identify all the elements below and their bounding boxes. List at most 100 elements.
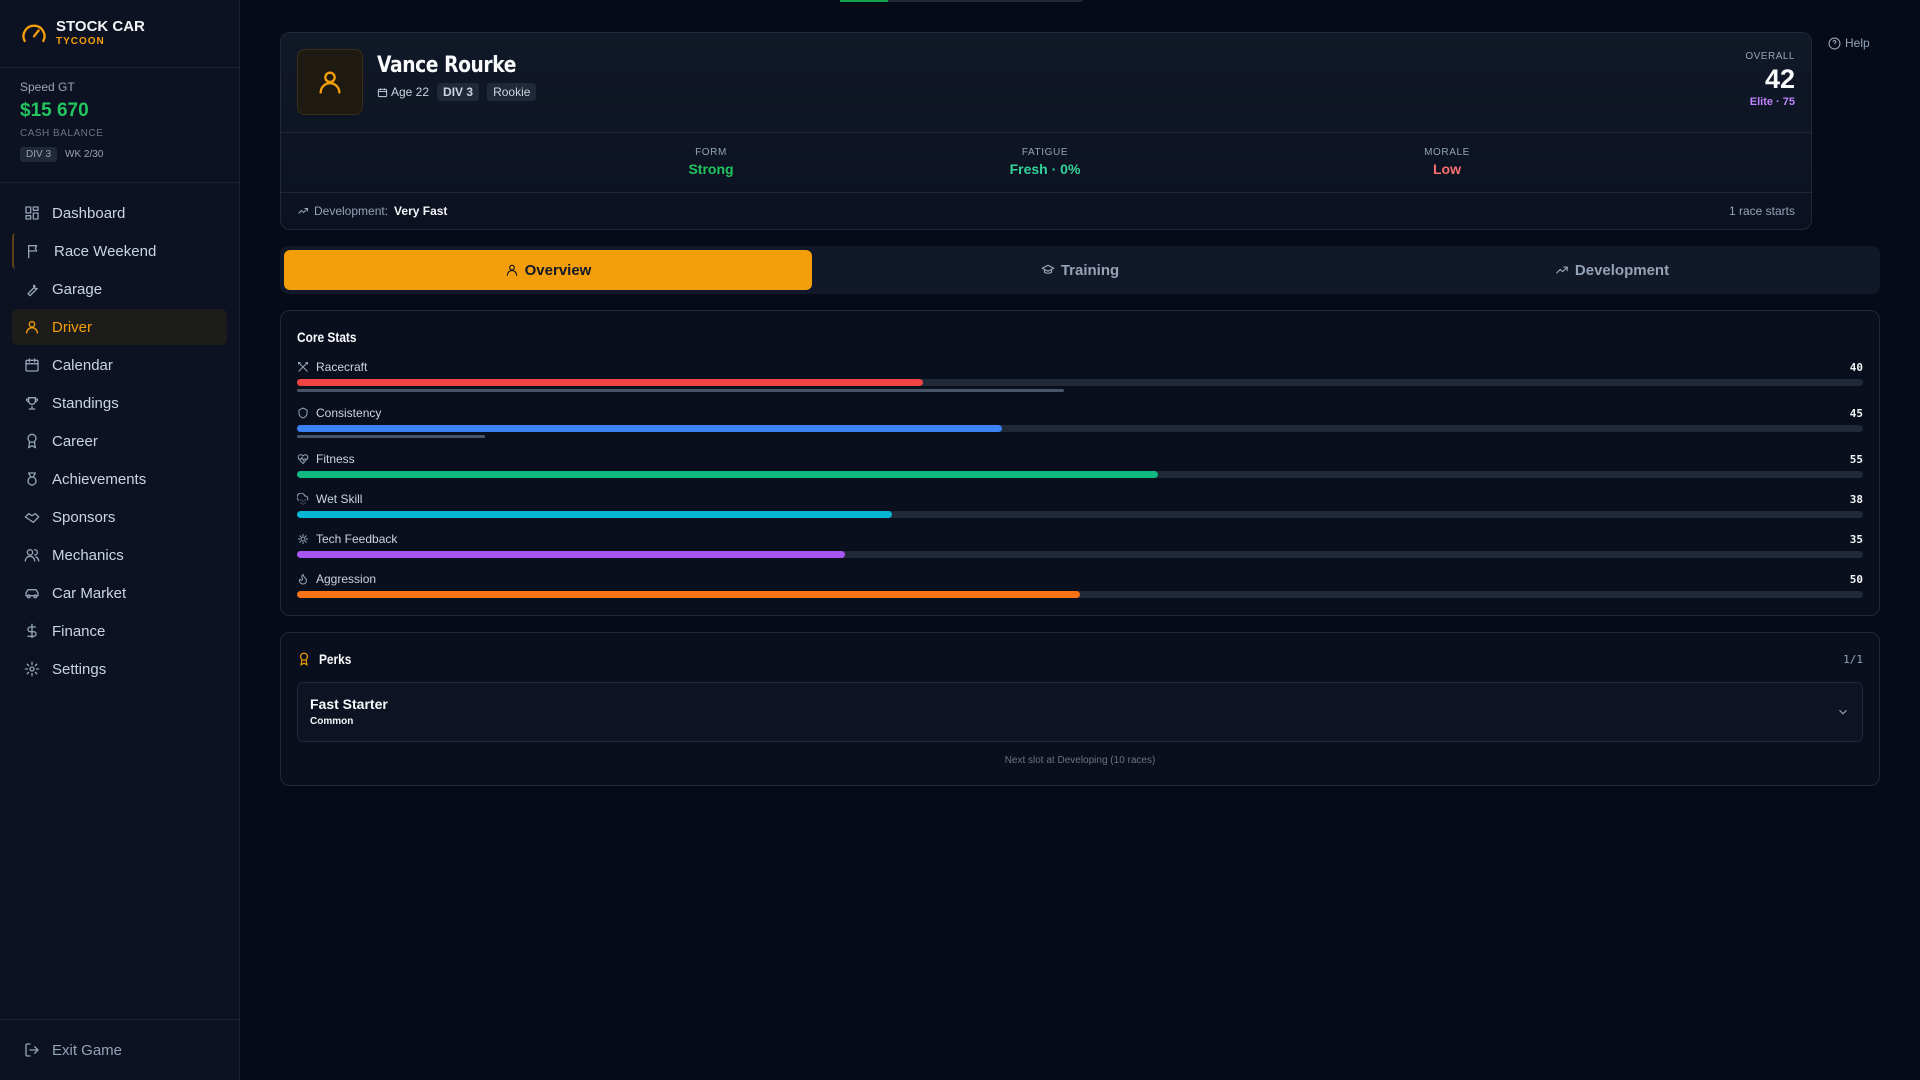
overall-value: 42 (1764, 64, 1795, 94)
sidebar-nav: Dashboard Race Weekend Garage Driver Cal… (0, 183, 239, 701)
cog-icon (298, 534, 308, 544)
overall-label: OVERALL (1745, 51, 1795, 62)
user-icon (319, 71, 341, 94)
stat-bar (297, 591, 1863, 598)
driver-status-badge: Rookie (487, 83, 537, 101)
tab-development[interactable]: Development (1348, 250, 1876, 290)
form-stat: FORM Strong (611, 147, 811, 177)
stat-fitness: Fitness 55 (297, 451, 1863, 478)
shield-icon (298, 407, 308, 419)
sidebar-item-mechanics[interactable]: Mechanics (12, 537, 227, 573)
flag-icon (28, 245, 38, 259)
users-icon (24, 549, 40, 562)
sidebar-item-career[interactable]: Career (12, 423, 227, 459)
help-button[interactable]: Help (1828, 36, 1870, 50)
stat-racecraft: Racecraft 40 (297, 359, 1863, 392)
perks-title: Perks (319, 651, 352, 667)
stat-bar (297, 551, 1863, 558)
tab-overview[interactable]: Overview (284, 250, 812, 290)
help-circle-icon (1828, 37, 1841, 49)
sidebar-item-label: Driver (52, 318, 92, 336)
morale-stat: MORALE Low (1347, 147, 1547, 177)
tab-label: Development (1574, 261, 1670, 279)
sidebar-item-achievements[interactable]: Achievements (12, 461, 227, 497)
stat-value: 55 (1849, 452, 1863, 466)
stat-label: Consistency (316, 406, 382, 420)
next-slot-note: Next slot at Developing (10 races) (1004, 755, 1156, 766)
sidebar-item-finance[interactable]: Finance (12, 613, 227, 649)
driver-tabs: Overview Training Development (280, 246, 1880, 294)
perk-item[interactable]: Fast Starter Common (297, 682, 1863, 742)
stat-bar (297, 425, 1863, 432)
stat-value: 38 (1849, 492, 1863, 506)
sidebar-item-standings[interactable]: Standings (12, 385, 227, 421)
stat-consistency: Consistency 45 (297, 405, 1863, 438)
driver-age: Age 22 (377, 85, 429, 99)
race-starts: 1 race starts (1728, 204, 1795, 218)
car-icon (25, 589, 39, 599)
sidebar-item-dashboard[interactable]: Dashboard (12, 195, 227, 231)
trending-up-icon (1556, 266, 1568, 274)
brand: STOCK CAR TYCOON (0, 0, 239, 68)
calendar-icon (377, 87, 388, 97)
chevron-down-icon[interactable] (1836, 705, 1850, 719)
week-indicator: WK 2/30 (65, 149, 104, 160)
sidebar-item-driver[interactable]: Driver (12, 309, 227, 345)
development-label: Development: (314, 204, 389, 218)
dollar-icon (27, 623, 37, 639)
fatigue-value: Fresh · 0% (1009, 161, 1081, 177)
morale-label: MORALE (1424, 147, 1470, 158)
sidebar-item-label: Standings (52, 394, 119, 412)
handshake-icon (24, 513, 40, 523)
morale-value: Low (1433, 161, 1461, 177)
user-icon (506, 264, 517, 276)
driver-division-badge: DIV 3 (437, 83, 480, 101)
sidebar-item-car-market[interactable]: Car Market (12, 575, 227, 611)
award-icon (299, 652, 309, 666)
stat-label: Aggression (316, 572, 377, 586)
sidebar-item-race-weekend[interactable]: Race Weekend (12, 233, 227, 269)
stat-bar (297, 471, 1863, 478)
sidebar-item-label: Achievements (52, 470, 147, 488)
perks-panel: Perks 1/1 Fast Starter Common Next slot … (280, 632, 1880, 786)
sidebar-item-label: Car Market (52, 584, 127, 602)
division-badge: DIV 3 (20, 147, 58, 162)
stat-value: 50 (1849, 572, 1863, 586)
stat-aggression: Aggression 50 (297, 571, 1863, 598)
stat-potential-bar (297, 389, 1863, 392)
stat-value: 45 (1849, 406, 1863, 420)
dashboard-icon (25, 206, 39, 220)
exit-game-button[interactable]: Exit Game (0, 1019, 240, 1080)
sidebar-item-calendar[interactable]: Calendar (12, 347, 227, 383)
form-value: Strong (688, 161, 734, 177)
stat-label: Wet Skill (316, 492, 363, 506)
perk-slot-count: 1/1 (1843, 653, 1863, 666)
driver-meta: Age 22 DIV 3 Rookie (377, 83, 537, 101)
tier-label: Elite · 75 (1749, 96, 1795, 108)
sidebar-item-sponsors[interactable]: Sponsors (12, 499, 227, 535)
exit-game-label: Exit Game (52, 1041, 123, 1059)
stat-bar (297, 511, 1863, 518)
swords-icon (298, 362, 308, 372)
core-stats-title: Core Stats (297, 329, 357, 345)
core-stats-panel: Core Stats Racecraft 40 Consistency 45 F… (280, 310, 1880, 616)
award-icon (27, 433, 37, 449)
tab-label: Training (1060, 261, 1120, 279)
trophy-icon (25, 397, 39, 410)
calendar-icon (25, 358, 39, 372)
fatigue-stat: FATIGUE Fresh · 0% (945, 147, 1145, 177)
sidebar-item-garage[interactable]: Garage (12, 271, 227, 307)
stat-label: Fitness (316, 452, 355, 466)
stat-potential-bar (297, 435, 1863, 438)
sidebar-item-settings[interactable]: Settings (12, 651, 227, 687)
stat-tech-feedback: Tech Feedback 35 (297, 531, 1863, 558)
graduation-cap-icon (1041, 264, 1055, 274)
sidebar-item-label: Calendar (52, 356, 113, 374)
heart-pulse-icon (297, 454, 309, 465)
avatar (297, 49, 363, 115)
tab-training[interactable]: Training (816, 250, 1344, 290)
development-row: Development: Very Fast 1 race starts (281, 193, 1811, 229)
log-out-icon (25, 1043, 39, 1057)
stat-value: 35 (1849, 532, 1863, 546)
sidebar-item-label: Mechanics (52, 546, 124, 564)
